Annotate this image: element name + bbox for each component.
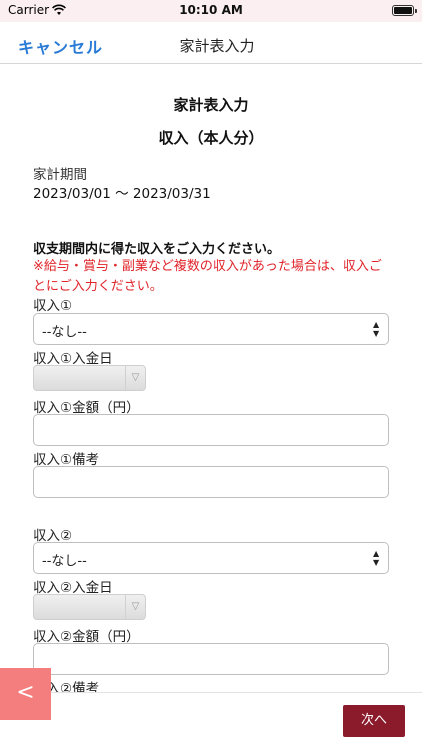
income1-select-value: --なし-- [42,325,87,340]
income2-date-picker[interactable]: ▽ [33,594,146,620]
select-arrows-icon: ▲ ▼ [373,320,380,338]
period-value: 2023/03/01 〜 2023/03/31 [33,186,211,202]
chevron-down-icon: ▽ [125,595,145,619]
income1-date-picker[interactable]: ▽ [33,365,146,391]
bottom-bar: 次へ [0,692,422,750]
income1-label: 収入① [33,298,73,314]
clock: 10:10 AM [179,3,243,17]
income2-amount-input[interactable] [33,643,389,675]
income1-select[interactable]: --なし-- ▲ ▼ [33,313,389,345]
chevron-down-icon: ▽ [125,366,145,390]
nav-title: 家計表入力 [179,37,255,55]
notice-instruction: 収支期間内に得た収入をご入力ください。 [33,242,281,257]
income2-select[interactable]: --なし-- ▲ ▼ [33,542,389,574]
battery-icon [392,5,417,16]
notice-warning: ※給与・賞与・副業など複数の収入があった場合は、収入ごとにご入力ください。 [33,259,382,294]
income2-amount-label: 収入②金額（円） [33,629,140,645]
select-arrows-icon: ▲ ▼ [373,549,380,567]
navigation-bar: キャンセル 家計表入力 [0,22,422,64]
income1-memo-input[interactable] [33,466,389,498]
page-title: 家計表入力 [173,96,249,114]
next-button[interactable]: 次へ [343,705,405,737]
income1-amount-input[interactable] [33,414,389,446]
income2-label: 収入② [33,528,73,544]
back-button[interactable]: < [0,668,51,720]
page-subtitle: 収入（本人分） [158,129,264,147]
income2-select-value: --なし-- [42,554,87,569]
status-bar: Carrier 10:10 AM [0,0,422,22]
income1-memo-label: 収入①備考 [33,452,100,468]
income1-amount-label: 収入①金額（円） [33,400,140,416]
form-content[interactable]: 家計表入力 収入（本人分） 家計期間 2023/03/01 〜 2023/03/… [0,64,422,692]
period-label: 家計期間 [33,167,87,183]
income1-date-label: 収入①入金日 [33,351,113,367]
income2-date-label: 収入②入金日 [33,580,113,596]
